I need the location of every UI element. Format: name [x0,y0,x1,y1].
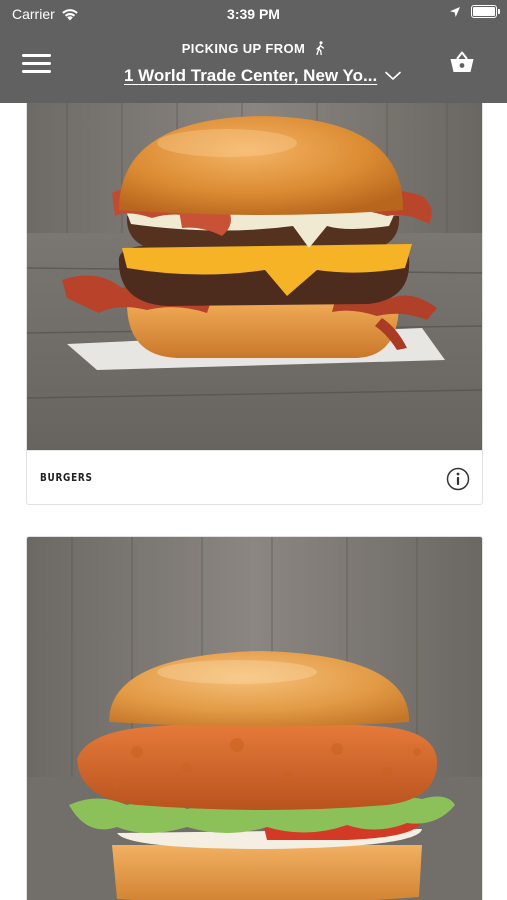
chevron-down-icon [385,71,401,80]
menu-icon[interactable] [22,54,52,74]
battery-icon [471,5,500,18]
walking-person-icon [316,41,325,55]
info-icon[interactable] [446,467,470,491]
location-text: 1 World Trade Center, New Yo... [124,66,378,85]
clock: 3:39 PM [227,6,280,22]
pickup-heading: PICKING UP FROM [0,41,507,56]
menu-list: BURGERS [0,103,507,900]
category-card-footer: BURGERS [27,450,482,504]
basket-icon[interactable] [449,50,475,74]
location-arrow-icon [450,6,460,17]
location-selector[interactable]: 1 World Trade Center, New Yo... [124,66,401,86]
app-header: PICKING UP FROM 1 World Trade Center, Ne… [0,28,507,103]
category-card-chicken[interactable] [26,536,483,900]
status-bar: Carrier 3:39 PM [0,0,507,28]
category-label: BURGERS [40,471,93,484]
status-icons [449,5,500,18]
bacon-cheeseburger-photo [27,103,482,450]
category-card-burgers[interactable]: BURGERS [26,103,483,505]
pickup-label: PICKING UP FROM [181,41,306,56]
crispy-chicken-sandwich-photo [27,537,482,900]
